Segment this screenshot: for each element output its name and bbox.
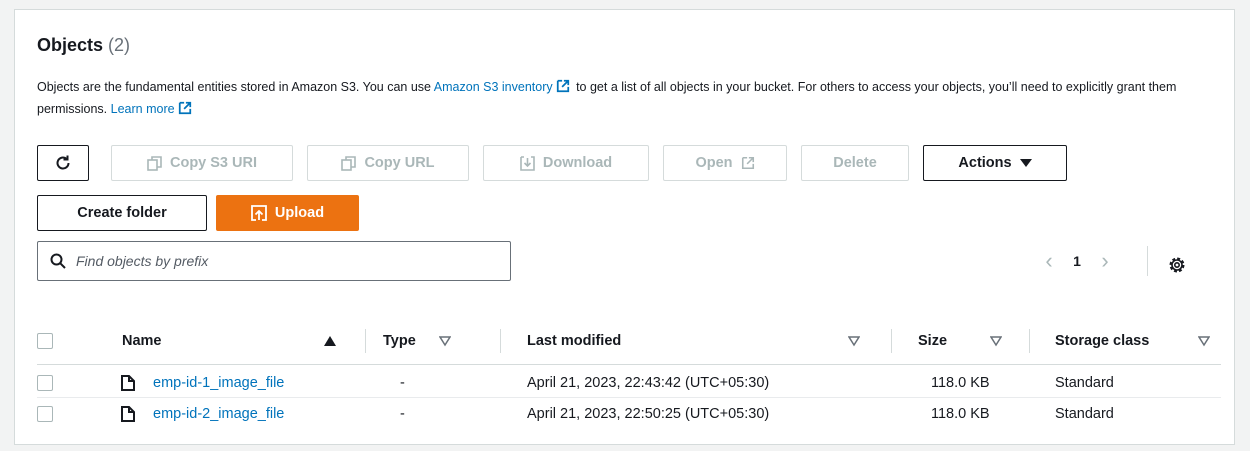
caret-down-icon (1019, 159, 1032, 167)
object-size: 118.0 KB (931, 405, 990, 422)
column-divider (1029, 329, 1030, 353)
file-icon (121, 406, 135, 422)
column-divider (891, 329, 892, 353)
objects-header: Objects (2) (37, 35, 130, 56)
external-link-icon[interactable] (556, 79, 570, 93)
actions-label: Actions (958, 155, 1012, 171)
upload-icon (251, 205, 267, 221)
description-text-1: Objects are the fundamental entities sto… (37, 80, 434, 94)
row-checkbox-cell (37, 367, 53, 398)
create-folder-label: Create folder (77, 205, 167, 221)
object-size: 118.0 KB (931, 374, 990, 391)
pagination-divider (1147, 246, 1148, 276)
column-header-storage-class[interactable]: Storage class (1055, 317, 1149, 365)
delete-label: Delete (833, 155, 877, 171)
learn-more-link[interactable]: Learn more (111, 102, 175, 116)
column-header-type[interactable]: Type (383, 317, 416, 365)
table-row[interactable]: emp-id-1_image_file - April 21, 2023, 22… (37, 367, 1221, 398)
object-storage-class: Standard (1055, 405, 1114, 422)
column-header-last-modified[interactable]: Last modified (527, 317, 621, 365)
copy-s3-uri-button[interactable]: Copy S3 URI (111, 145, 293, 181)
object-type: - (400, 405, 405, 422)
column-divider (365, 329, 366, 353)
external-link-icon (741, 156, 754, 170)
delete-button[interactable]: Delete (801, 145, 909, 181)
sort-icon[interactable] (848, 335, 860, 347)
copy-s3-uri-label: Copy S3 URI (169, 155, 257, 171)
object-name-link[interactable]: emp-id-2_image_file (153, 398, 284, 429)
copy-url-button[interactable]: Copy URL (307, 145, 469, 181)
file-icon (121, 375, 135, 391)
object-last-modified: April 21, 2023, 22:43:42 (UTC+05:30) (527, 374, 770, 391)
objects-description: Objects are the fundamental entities sto… (37, 76, 1187, 120)
select-all-cell (37, 317, 53, 365)
select-all-checkbox[interactable] (37, 333, 53, 349)
upload-label: Upload (274, 205, 325, 221)
column-divider (500, 329, 501, 353)
s3-inventory-link[interactable]: Amazon S3 inventory (434, 80, 553, 94)
sort-icon[interactable] (439, 335, 451, 347)
object-storage-class: Standard (1055, 374, 1114, 391)
table-header: Name Type Last modified Size Storage cla… (37, 317, 1221, 365)
gear-icon[interactable] (1167, 255, 1187, 275)
refresh-button[interactable] (37, 145, 89, 181)
object-count: (2) (108, 35, 131, 55)
actions-dropdown[interactable]: Actions (923, 145, 1067, 181)
row-checkbox[interactable] (37, 405, 53, 422)
download-label: Download (542, 155, 613, 171)
sort-icon[interactable] (990, 335, 1002, 347)
sort-icon[interactable] (1198, 335, 1210, 347)
page-title: Objects (2) (37, 35, 130, 55)
external-link-icon[interactable] (178, 101, 192, 115)
object-name-link[interactable]: emp-id-1_image_file (153, 367, 284, 398)
download-icon (520, 155, 535, 171)
open-button[interactable]: Open (663, 145, 787, 181)
sort-ascending-icon[interactable] (324, 335, 336, 347)
search-icon (50, 253, 66, 269)
chevron-left-icon[interactable]: ‹ (1036, 250, 1062, 272)
column-header-name[interactable]: Name (122, 317, 162, 365)
copy-icon (147, 155, 162, 171)
create-folder-button[interactable]: Create folder (37, 195, 207, 231)
row-checkbox-cell (37, 398, 53, 429)
open-label: Open (695, 155, 733, 171)
copy-url-label: Copy URL (364, 155, 435, 171)
pagination: ‹ 1 › (1036, 250, 1118, 272)
search-input[interactable] (76, 253, 496, 269)
search-box[interactable] (37, 241, 511, 281)
chevron-right-icon[interactable]: › (1092, 250, 1118, 272)
object-last-modified: April 21, 2023, 22:50:25 (UTC+05:30) (527, 405, 770, 422)
column-header-size[interactable]: Size (918, 317, 947, 365)
table-row[interactable]: emp-id-2_image_file - April 21, 2023, 22… (37, 398, 1221, 429)
title-text: Objects (37, 35, 104, 55)
copy-icon (341, 155, 357, 171)
refresh-icon (56, 155, 70, 170)
object-type: - (400, 374, 405, 391)
page-number[interactable]: 1 (1062, 253, 1092, 269)
row-checkbox[interactable] (37, 374, 53, 391)
upload-button[interactable]: Upload (216, 195, 359, 231)
download-button[interactable]: Download (483, 145, 649, 181)
